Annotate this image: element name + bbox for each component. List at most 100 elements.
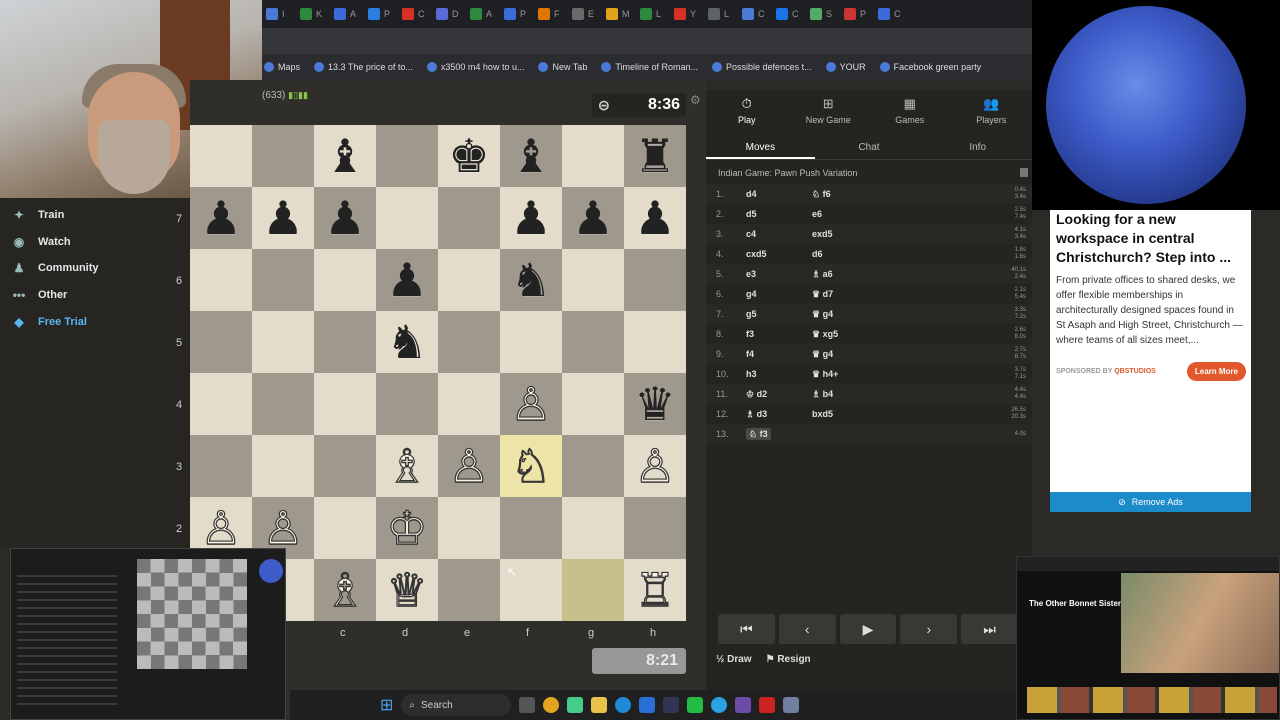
black-move[interactable]: ♘ f6	[812, 189, 962, 200]
board-square[interactable]: ♟	[314, 187, 376, 249]
board-square[interactable]	[252, 125, 314, 187]
black-piece[interactable]: ♟	[262, 195, 303, 241]
browser-tab-icon[interactable]	[844, 8, 856, 20]
board-square[interactable]	[500, 311, 562, 373]
browser-tab-icon[interactable]	[572, 8, 584, 20]
bookmark-item[interactable]: 13.3 The price of to...	[314, 62, 413, 72]
board-square[interactable]: ♝	[314, 125, 376, 187]
browser-tab-label[interactable]: L	[656, 9, 670, 19]
black-piece[interactable]: ♚	[448, 133, 489, 179]
tab-players[interactable]: 👥 Players	[951, 90, 1033, 130]
ad-title[interactable]: Looking for a new workspace in central C…	[1056, 210, 1245, 267]
browser-tab-label[interactable]: C	[792, 9, 806, 19]
browser-tab-label[interactable]: C	[758, 9, 772, 19]
black-piece[interactable]: ♞	[510, 257, 551, 303]
board-square[interactable]: ♟	[252, 187, 314, 249]
browser-tab-icon[interactable]	[742, 8, 754, 20]
browser-tab-label[interactable]: K	[316, 9, 330, 19]
board-square[interactable]: ♟	[500, 187, 562, 249]
white-piece[interactable]: ♗	[386, 442, 428, 489]
first-move-button[interactable]: ⏮	[718, 614, 775, 644]
board-square[interactable]	[190, 311, 252, 373]
board-square[interactable]	[562, 249, 624, 311]
green-app-icon[interactable]	[687, 697, 704, 713]
white-piece[interactable]: ♙	[262, 504, 304, 551]
tab-chat[interactable]: Chat	[815, 134, 924, 159]
board-square[interactable]: ♞	[376, 311, 438, 373]
settings-icon[interactable]	[783, 697, 800, 713]
browser-tab-icon[interactable]	[708, 8, 720, 20]
board-square[interactable]	[190, 125, 252, 187]
white-piece[interactable]: ♘	[510, 442, 552, 489]
browser-tab-icon[interactable]	[810, 8, 822, 20]
board-square[interactable]	[252, 311, 314, 373]
chess-board[interactable]: ♝ ♚ ♝ ♜ ♟ ♟ ♟ ♟ ♟ ♟ ♟ ♞ ♞ ♙ ♛ ♗ ♙ ♘ ♙ ♙ ♙ ♔ ♗ ♕ ♖	[190, 125, 686, 621]
black-piece[interactable]: ♟	[200, 195, 241, 241]
white-move[interactable]: g4	[746, 289, 757, 299]
windows-start-icon[interactable]: ⊞	[380, 695, 393, 715]
board-square[interactable]	[314, 249, 376, 311]
black-piece[interactable]: ♟	[324, 195, 365, 241]
white-move[interactable]: f3	[746, 329, 754, 339]
board-square[interactable]	[438, 497, 500, 559]
board-square[interactable]: ♝	[500, 125, 562, 187]
browser-tab-icon[interactable]	[334, 8, 346, 20]
white-piece[interactable]: ♙	[448, 442, 490, 489]
white-piece[interactable]: ♖	[634, 566, 676, 613]
white-move[interactable]: f4	[746, 349, 754, 359]
board-square[interactable]: ♟	[624, 187, 686, 249]
browser-tab-label[interactable]: C	[894, 9, 908, 19]
black-piece[interactable]: ♝	[510, 133, 551, 179]
board-square[interactable]: ♕	[376, 559, 438, 621]
board-square[interactable]	[624, 311, 686, 373]
board-square[interactable]	[314, 373, 376, 435]
white-piece[interactable]: ♗	[324, 566, 366, 613]
browser-tab-label[interactable]: P	[384, 9, 398, 19]
board-square[interactable]	[438, 373, 500, 435]
white-move[interactable]: h3	[746, 369, 757, 379]
board-square[interactable]	[562, 435, 624, 497]
board-square[interactable]	[376, 187, 438, 249]
white-move[interactable]: ♔ d2	[746, 389, 767, 399]
white-move[interactable]: g5	[746, 309, 757, 319]
taskbar-preview-chess[interactable]	[10, 548, 286, 720]
black-piece[interactable]: ♝	[324, 133, 365, 179]
browser-tab-label[interactable]: P	[860, 9, 874, 19]
taskbar-search[interactable]: ⌕ Search	[401, 694, 512, 716]
bookmark-item[interactable]: Timeline of Roman...	[601, 62, 698, 72]
black-move[interactable]: ♛ d7	[812, 289, 962, 300]
task-view-icon[interactable]	[519, 697, 536, 713]
browser-tab-label[interactable]: L	[724, 9, 738, 19]
white-piece[interactable]: ♙	[200, 504, 242, 551]
white-piece[interactable]: ♔	[386, 504, 428, 551]
resign-button[interactable]: ⚑ Resign	[766, 654, 811, 665]
board-square[interactable]	[252, 249, 314, 311]
browser-tab-label[interactable]: M	[622, 9, 636, 19]
tab-play[interactable]: ⏱ Play	[706, 90, 788, 130]
black-move[interactable]: d6	[812, 249, 962, 259]
black-move[interactable]: ♛ h4+	[812, 369, 962, 380]
board-square[interactable]: ♔	[376, 497, 438, 559]
browser-tab-icon[interactable]	[640, 8, 652, 20]
bookmark-item[interactable]: YOUR	[825, 62, 866, 72]
advertisement[interactable]: Looking for a new workspace in central C…	[1050, 210, 1251, 510]
board-square[interactable]: ♗	[376, 435, 438, 497]
board-square[interactable]: ♚	[438, 125, 500, 187]
black-piece[interactable]: ♟	[386, 257, 427, 303]
browser-tab-icon[interactable]	[300, 8, 312, 20]
board-square[interactable]	[562, 497, 624, 559]
black-move[interactable]: ♛ g4	[812, 349, 962, 360]
board-square[interactable]	[376, 125, 438, 187]
bookmark-item[interactable]: Maps	[264, 62, 300, 72]
browser-tab-icon[interactable]	[674, 8, 686, 20]
board-square[interactable]	[252, 373, 314, 435]
white-piece[interactable]: ♙	[510, 380, 552, 427]
edge-icon[interactable]	[615, 697, 632, 713]
board-square[interactable]	[376, 373, 438, 435]
gear-icon[interactable]: ⚙	[690, 93, 701, 107]
board-square[interactable]: ♟	[190, 187, 252, 249]
board-square[interactable]	[624, 497, 686, 559]
chrome-icon[interactable]	[543, 697, 560, 713]
outlook-icon[interactable]	[639, 697, 656, 713]
browser-tab-label[interactable]: A	[486, 9, 500, 19]
